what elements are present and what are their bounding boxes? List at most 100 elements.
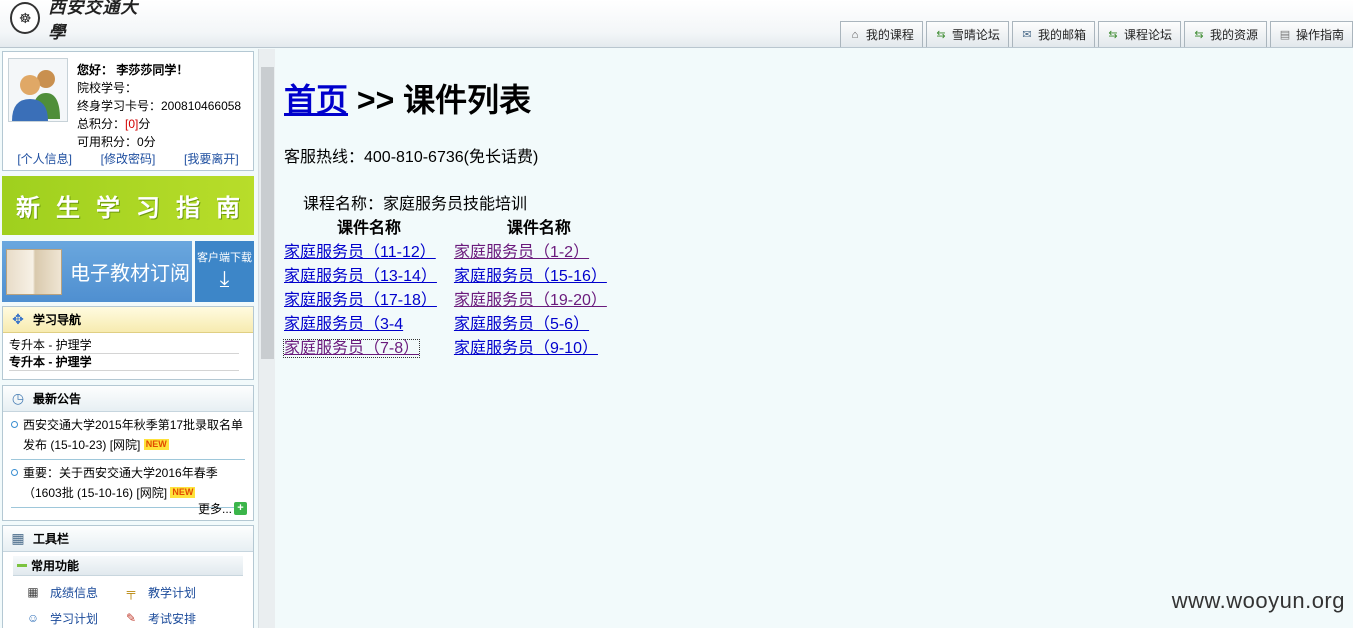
courseware-link[interactable]: 家庭服务员（7-8） <box>282 339 421 358</box>
tab-label: 操作指南 <box>1295 28 1344 42</box>
tool-label: 教学计划 <box>148 585 197 600</box>
tool-label: 成绩信息 <box>50 585 99 600</box>
more-notices-link[interactable]: 更多... + <box>198 500 247 517</box>
courseware-link[interactable]: 家庭服务员（9-10） <box>454 340 598 357</box>
seal-icon: ☸ <box>10 2 41 34</box>
university-logo[interactable]: ☸ 西安交通大學 <box>10 0 150 43</box>
scrollbar-thumb[interactable] <box>261 67 274 359</box>
left-sidebar: 您好： 李莎莎同学！ 院校学号： 终身学习卡号：200810466058 总积分… <box>0 49 258 628</box>
table-cell: 家庭服务员（17-18） <box>284 286 454 310</box>
mail-icon: ✉ <box>1022 28 1032 41</box>
clock-icon: ◷ <box>11 390 25 406</box>
table-row: 家庭服务员（13-14） 家庭服务员（15-16） <box>284 262 624 286</box>
dash-icon <box>17 564 27 567</box>
table-row: 家庭服务员（11-12） 家庭服务员（1-2） <box>284 238 624 262</box>
tab-label: 我的资源 <box>1209 28 1258 42</box>
guide-char: 南 <box>216 195 240 222</box>
ebook-subscription-banner[interactable]: 电子教材订阅 <box>2 241 192 302</box>
exam-icon: ✎ <box>125 611 137 625</box>
forum-icon: ⇆ <box>936 28 946 41</box>
book-icon <box>6 248 62 295</box>
watermark: www.wooyun.org <box>1171 588 1345 613</box>
tab-operation-guide[interactable]: ▤ 操作指南 <box>1269 21 1353 47</box>
tab-my-courses[interactable]: ⌂ 我的课程 <box>839 21 923 47</box>
table-cell: 家庭服务员（11-12） <box>284 238 454 262</box>
plan-icon: ╤ <box>126 585 136 599</box>
resource-icon: ⇆ <box>1194 28 1204 41</box>
personal-info-link[interactable]: [个人信息] <box>17 150 72 167</box>
table-cell: 家庭服务员（3-4 <box>284 310 454 334</box>
table-header-row: 课件名称 课件名称 <box>284 214 624 238</box>
total-points: 总积分：[0]分 <box>77 116 150 133</box>
plus-icon: + <box>234 502 247 515</box>
notices-title: 最新公告 <box>33 392 82 406</box>
user-links: [个人信息] [修改密码] [我要离开] <box>3 150 253 167</box>
service-hotline: 客服热线：400-810-6736(免长话费) <box>284 149 539 166</box>
courseware-link[interactable]: 家庭服务员（1-2） <box>454 244 589 261</box>
tool-label: 学习计划 <box>50 611 99 626</box>
user-info-panel: 您好： 李莎莎同学！ 院校学号： 终身学习卡号：200810466058 总积分… <box>2 51 254 171</box>
common-functions-header: 常用功能 <box>13 556 243 576</box>
home-icon: ⌂ <box>851 28 859 41</box>
forum-icon: ⇆ <box>1108 28 1118 41</box>
vertical-scrollbar[interactable] <box>258 49 275 628</box>
tab-course-forum[interactable]: ⇆ 课程论坛 <box>1097 21 1181 47</box>
course-name: 课程名称：家庭服务员技能培训 <box>303 196 528 213</box>
total-points-label: 总积分： <box>77 117 126 131</box>
grades-info-button[interactable]: ▦ 成绩信息 <box>25 582 123 602</box>
study-nav-item[interactable]: 专升本 - 护理学 <box>9 354 239 371</box>
tab-my-resources[interactable]: ⇆ 我的资源 <box>1183 21 1267 47</box>
courseware-link[interactable]: 家庭服务员（19-20） <box>454 292 607 309</box>
greeting: 您好： 李莎莎同学！ <box>77 63 189 77</box>
teaching-plan-button[interactable]: ╤ 教学计划 <box>123 582 223 602</box>
study-plan-button[interactable]: ☺ 学习计划 <box>25 608 123 628</box>
courseware-link[interactable]: 家庭服务员（17-18） <box>284 292 437 309</box>
tool-label: 考试安排 <box>148 611 197 626</box>
logo-text: 西安交通大學 <box>48 0 139 43</box>
avatar <box>8 58 68 122</box>
toolbar-panel: ▦ 工具栏 常用功能 ▦ 成绩信息 ╤ 教学计划 ☺ 学习计划 ✎ 考试安排 <box>2 525 254 628</box>
guide-icon: ▤ <box>1279 28 1291 41</box>
client-download-button[interactable]: 客户端下载 ⤓ <box>195 241 254 302</box>
column-header: 课件名称 <box>336 220 401 237</box>
ebook-label: 电子教材订阅 <box>70 263 190 285</box>
total-points-value: [0] <box>125 117 139 131</box>
logout-link[interactable]: [我要离开] <box>184 150 239 167</box>
client-download-label: 客户端下载 <box>197 252 252 264</box>
change-password-link[interactable]: [修改密码] <box>101 150 156 167</box>
courseware-link[interactable]: 家庭服务员（15-16） <box>454 268 607 285</box>
tab-my-mailbox[interactable]: ✉ 我的邮箱 <box>1011 21 1095 47</box>
courseware-table: 课件名称 课件名称 家庭服务员（11-12） 家庭服务员（1-2） 家庭服务员（… <box>282 214 624 358</box>
page-title: 课件列表 <box>403 82 532 118</box>
guide-char: 新 <box>16 195 40 222</box>
new-student-guide-banner[interactable]: 新 生 学 习 指 南 <box>2 176 254 235</box>
latest-notices-panel: ◷ 最新公告 西安交通大学2015年秋季第17批录取名单发布 (15-10-23… <box>2 385 254 521</box>
breadcrumb-separator: >> <box>348 82 404 118</box>
courseware-link[interactable]: 家庭服务员（13-14） <box>284 268 437 285</box>
table-cell: 家庭服务员（5-6） <box>454 310 624 334</box>
tool-grid: ▦ 成绩信息 ╤ 教学计划 ☺ 学习计划 ✎ 考试安排 <box>25 582 253 628</box>
new-badge: NEW <box>170 487 196 498</box>
table-cell: 家庭服务员（19-20） <box>454 286 624 310</box>
top-header: ☸ 西安交通大學 ⌂ 我的课程 ⇆ 雪晴论坛 ✉ 我的邮箱 ⇆ 课程论坛 ⇆ 我… <box>0 0 1353 48</box>
study-navigation-panel: ✥ 学习导航 专升本 - 护理学 专升本 - 护理学 <box>2 306 254 380</box>
exam-schedule-button[interactable]: ✎ 考试安排 <box>123 608 223 628</box>
courseware-link[interactable]: 家庭服务员（3-4 <box>284 316 403 333</box>
tab-label: 雪晴论坛 <box>951 28 1000 42</box>
more-label: 更多... <box>197 502 232 516</box>
study-plan-icon: ☺ <box>26 611 40 625</box>
table-cell: 家庭服务员（9-10） <box>454 334 624 358</box>
toolbox-icon: ▦ <box>11 530 25 546</box>
tab-label: 课程论坛 <box>1123 28 1172 42</box>
courseware-link[interactable]: 家庭服务员（11-12） <box>284 244 436 261</box>
tab-label: 我的课程 <box>865 28 914 42</box>
notice-item[interactable]: 西安交通大学2015年秋季第17批录取名单发布 (15-10-23) [网院] … <box>11 412 245 460</box>
study-nav-item[interactable]: 专升本 - 护理学 <box>9 337 239 354</box>
home-link[interactable]: 首页 <box>284 82 348 118</box>
new-badge: NEW <box>143 439 169 450</box>
table-row: 家庭服务员（17-18） 家庭服务员（19-20） <box>284 286 624 310</box>
school-id: 院校学号： <box>77 81 138 95</box>
notices-header: ◷ 最新公告 <box>3 386 253 412</box>
tab-xueqing-forum[interactable]: ⇆ 雪晴论坛 <box>925 21 1009 47</box>
courseware-link[interactable]: 家庭服务员（5-6） <box>454 316 589 333</box>
